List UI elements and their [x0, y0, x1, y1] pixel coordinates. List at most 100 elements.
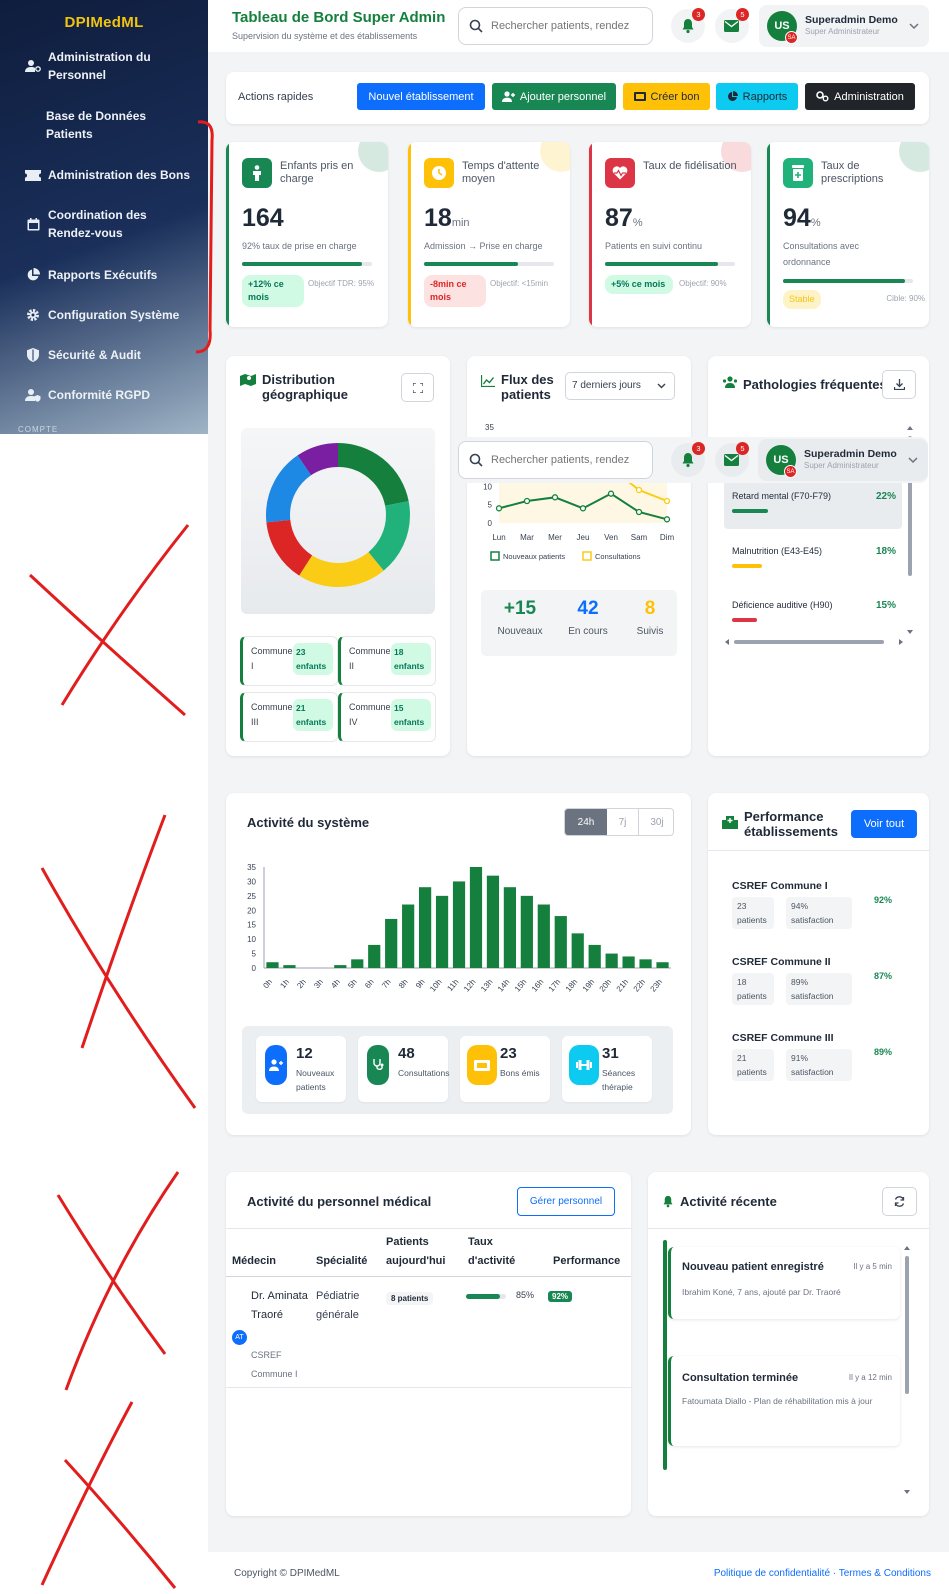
add-staff-button[interactable]: Ajouter personnel: [492, 83, 616, 110]
pie-chart-icon: [727, 91, 738, 102]
messages-button[interactable]: 5: [715, 442, 749, 477]
sidebar-item-patients[interactable]: Base de Données Patients: [46, 107, 186, 143]
sidebar-item-securite[interactable]: Sécurité & Audit: [24, 346, 194, 364]
x-tick-label: 3h: [312, 978, 325, 991]
bar-11h: [452, 881, 466, 968]
expand-icon: [412, 382, 423, 393]
search-box[interactable]: [458, 7, 653, 45]
commune-item[interactable]: Commune III 21 enfants: [240, 692, 338, 742]
series-consultations-point: [663, 497, 671, 505]
envelope-icon: [724, 454, 739, 466]
search-icon: [469, 453, 483, 467]
user-shield-icon: [24, 388, 42, 402]
commune-item[interactable]: Commune IV 15 enfants: [338, 692, 436, 742]
bell-icon: [681, 18, 695, 34]
period-select[interactable]: 7 derniers jours: [565, 372, 675, 400]
refresh-button[interactable]: [882, 1187, 917, 1216]
create-voucher-button[interactable]: Créer bon: [623, 83, 710, 110]
messages-button[interactable]: 5: [715, 8, 749, 43]
range-30j-button[interactable]: 30j: [639, 809, 673, 835]
table-row[interactable]: AT Dr. Aminata Traoré CSREF Commune I Pé…: [226, 1277, 631, 1387]
geo-distribution-card: Distribution géographique Commune I 23 en…: [226, 356, 450, 756]
establishment-item[interactable]: CSREF Commune I 23 patients 94% satisfac…: [732, 880, 912, 950]
range-24h-button[interactable]: 24h: [565, 809, 607, 835]
pathology-item[interactable]: Retard mental (F70-F79) 22%: [724, 481, 902, 529]
kpi-number: 18: [424, 204, 452, 232]
commune-count: 18 enfants: [391, 643, 431, 675]
x-tick-label: 5h: [346, 978, 359, 991]
horizontal-scrollbar[interactable]: [724, 638, 904, 646]
geo-title: Distribution géographique: [262, 372, 348, 402]
series-new-patients-point: [663, 516, 671, 523]
user-menu[interactable]: US SA Superadmin Demo Super Administrate…: [759, 5, 929, 47]
sidebar-item-bons[interactable]: Administration des Bons: [24, 166, 204, 184]
bar-10h: [435, 895, 449, 968]
sidebar-item-rgpd[interactable]: Conformité RGPD: [24, 386, 194, 404]
footer-links[interactable]: Politique de confidentialité · Termes & …: [714, 1568, 931, 1579]
kpi-description: Admission → Prise en charge: [424, 241, 543, 251]
range-7j-button[interactable]: 7j: [607, 809, 639, 835]
sidebar-item-personnel[interactable]: Administration du Personnel: [24, 48, 194, 84]
activity-item-desc: Fatoumata Diallo - Plan de réhabilitatio…: [682, 1396, 873, 1406]
kpi-target-note: Objectif: 90%: [679, 279, 727, 288]
user-role: Super Administrateur: [805, 27, 880, 36]
gear-icon: [24, 308, 42, 322]
map-icon: [240, 373, 256, 387]
reports-button[interactable]: Rapports: [716, 83, 798, 110]
series-new-patients-point: [635, 508, 643, 516]
kpi-unit: %: [810, 217, 821, 229]
sidebar-item-rendez-vous[interactable]: Coordination des Rendez-vous: [24, 206, 174, 242]
x-tick-label: Mer: [548, 533, 562, 542]
heart-pulse-icon: [605, 158, 635, 188]
kpi-description: 92% taux de prise en charge: [242, 241, 357, 251]
pathology-pct: 15%: [875, 600, 896, 611]
message-count-badge: 5: [736, 442, 749, 455]
commune-item[interactable]: Commune I 23 enfants: [240, 636, 338, 686]
legend-label: Nouveaux patients: [503, 552, 565, 561]
establishment-item[interactable]: CSREF Commune II 18 patients 89% satisfa…: [732, 956, 912, 1026]
activity-title: Activité du système: [247, 815, 370, 830]
legend-swatch-consultations: [582, 551, 592, 561]
stat-new-patients: 12 Nouveaux patients: [256, 1036, 346, 1102]
y-tick-label: 10: [483, 482, 492, 491]
pathology-pct: 22%: [875, 491, 896, 502]
search-box[interactable]: [458, 441, 653, 479]
activity-item[interactable]: Nouveau patient enregistré Il y a 5 min …: [668, 1247, 900, 1319]
commune-item[interactable]: Commune II 18 enfants: [338, 636, 436, 686]
vertical-scrollbar[interactable]: [903, 1244, 911, 1496]
commune-count: 21 enfants: [293, 699, 333, 731]
sidebar-item-configuration[interactable]: Configuration Système: [24, 306, 194, 324]
bell-icon: [681, 452, 695, 468]
kpi-card-children: Enfants pris en charge 164 92% taux de p…: [226, 142, 388, 327]
download-button[interactable]: [882, 370, 916, 399]
pathology-item[interactable]: Malnutrition (E43-E45) 18%: [724, 536, 902, 584]
kpi-target-note: Objectif: <15min: [490, 279, 549, 288]
commune-name: Commune II: [349, 646, 391, 671]
stat-vouchers: 23 Bons émis: [460, 1036, 550, 1102]
activity-item[interactable]: Consultation terminée Il y a 12 min Fato…: [668, 1356, 900, 1446]
notifications-button[interactable]: 3: [671, 442, 705, 477]
new-establishment-button[interactable]: Nouvel établissement: [357, 83, 485, 110]
pathology-item[interactable]: Déficience auditive (H90) 15%: [724, 590, 902, 638]
establishment-item[interactable]: CSREF Commune III 21 patients 91% satisf…: [732, 1032, 912, 1102]
search-input[interactable]: [491, 450, 646, 470]
kpi-value: 18min: [424, 204, 470, 233]
stat-followup-value: 8: [644, 598, 656, 619]
search-input[interactable]: [491, 16, 646, 36]
x-tick-label: 10h: [428, 978, 443, 994]
bar-6h: [368, 944, 381, 968]
bar-21h: [622, 956, 635, 968]
sidebar-item-rapports[interactable]: Rapports Exécutifs: [24, 266, 194, 284]
user-plus-icon: [501, 91, 515, 102]
expand-button[interactable]: [401, 373, 434, 402]
manage-staff-button[interactable]: Gérer personnel: [517, 1187, 615, 1216]
x-tick-label: 15h: [513, 978, 528, 994]
refresh-icon: [894, 1196, 905, 1207]
kpi-trend-badge: +12% ce mois: [242, 275, 304, 307]
notifications-button[interactable]: 3: [671, 8, 705, 43]
stat-label: Séances thérapie: [602, 1068, 636, 1092]
administration-button[interactable]: Administration: [805, 83, 915, 110]
system-activity-card: Activité du système 24h 7j 30j 0 5 10 15 20 2…: [226, 793, 691, 1135]
view-all-button[interactable]: Voir tout: [851, 810, 917, 838]
user-menu[interactable]: US SA Superadmin Demo Super Administrate…: [758, 439, 928, 481]
